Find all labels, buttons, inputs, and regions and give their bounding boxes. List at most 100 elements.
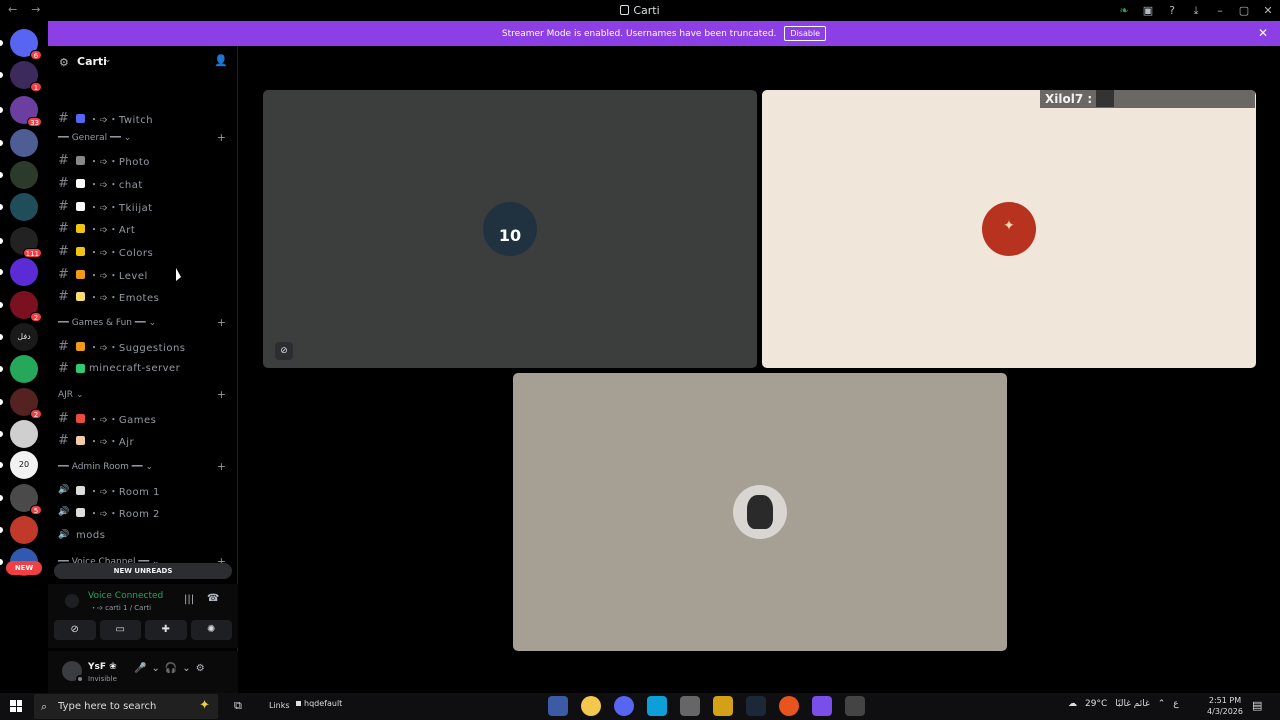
noise-suppression-icon[interactable]: |||	[184, 594, 194, 605]
taskbar-app-icon[interactable]	[845, 696, 865, 716]
unread-pill	[0, 302, 3, 308]
banner-text: Streamer Mode is enabled. Usernames have…	[501, 28, 777, 39]
channel-category[interactable]: ━━ Admin Room ━━ ⌄ +	[58, 460, 233, 476]
participant-tile[interactable]	[513, 373, 1007, 651]
channel-item[interactable]: # ・➩・Art	[58, 218, 228, 238]
chevron-up-icon[interactable]: ⌃	[1158, 699, 1166, 709]
server-icon[interactable]	[0, 129, 38, 157]
server-icon[interactable]	[0, 258, 38, 286]
username[interactable]: YsF ❀	[88, 662, 117, 672]
server-header[interactable]: ⚙ Carti ⌄ 👤	[48, 46, 238, 78]
task-view-icon[interactable]: ⧉	[234, 699, 242, 713]
server-icon[interactable]: دفل	[0, 323, 38, 351]
voice-channel-sub[interactable]: ・➩ carti 1 / Carti	[90, 603, 151, 613]
notification-icon[interactable]: ▤	[1252, 699, 1262, 712]
server-icon[interactable]	[0, 420, 38, 448]
camera-off-button[interactable]: ⊘	[54, 620, 96, 640]
microphone-icon[interactable]: 🎤	[134, 663, 146, 674]
channel-item[interactable]: # ・➩・Twitch	[58, 108, 228, 128]
unread-pill	[0, 238, 3, 244]
channel-item[interactable]: # ・➩・Emotes	[58, 286, 228, 306]
participant-mini-avatar	[1096, 90, 1115, 107]
channel-item[interactable]: # ・➩・Games	[58, 408, 228, 428]
channel-item[interactable]: 🔊 ・➩・Room 2	[58, 502, 228, 522]
taskbar-search[interactable]: ⌕ Type here to search ✦	[34, 694, 218, 719]
channel-item[interactable]: # ・➩・Level	[58, 264, 228, 284]
signal-icon[interactable]	[65, 594, 79, 608]
taskbar-app-icon[interactable]	[680, 696, 700, 716]
screen-share-button[interactable]: ▭	[99, 620, 141, 640]
invite-icon[interactable]: 👤	[214, 54, 228, 67]
channel-item[interactable]: # minecraft-server	[58, 358, 228, 378]
server-avatar: دفل	[10, 323, 38, 351]
chevron-down-icon[interactable]: ⌄	[151, 663, 159, 674]
disable-button[interactable]: Disable	[784, 26, 827, 41]
clock[interactable]: 2:51 PM 4/3/2026	[1205, 695, 1245, 717]
channel-item[interactable]: # ・➩・Photo	[58, 150, 228, 170]
inbox-icon[interactable]: ▣	[1136, 4, 1160, 17]
close-banner-icon[interactable]: ✕	[1258, 26, 1268, 40]
leaf-icon[interactable]: ❧	[1112, 4, 1136, 17]
help-icon[interactable]: ?	[1160, 4, 1184, 17]
server-icon[interactable]: 5	[0, 484, 42, 515]
channel-item[interactable]: # ・➩・Tkiijat	[58, 196, 228, 216]
taskbar-app-icon[interactable]	[713, 696, 733, 716]
weather-desc[interactable]: غائم غالبًا	[1115, 699, 1149, 709]
server-icon[interactable]	[0, 193, 38, 221]
create-channel-icon[interactable]: +	[217, 388, 226, 401]
voice-connected-title[interactable]: Voice Connected	[88, 591, 163, 601]
headphones-icon[interactable]: 🎧	[165, 663, 177, 674]
soundboard-button[interactable]: ✺	[190, 620, 232, 640]
mention-badge: 111	[22, 248, 42, 258]
channel-item[interactable]: # ・➩・Suggestions	[58, 336, 228, 356]
channel-category[interactable]: ━━ Games & Fun ━━ ⌄ +	[58, 316, 233, 332]
maximize-button[interactable]: ▢	[1232, 4, 1256, 17]
taskbar-app-icon[interactable]	[581, 696, 601, 716]
language-indicator[interactable]: ع	[1173, 699, 1178, 709]
server-icon[interactable]: 2	[0, 291, 42, 322]
server-icon[interactable]: 1	[0, 61, 42, 92]
create-channel-icon[interactable]: +	[217, 460, 226, 473]
taskbar-app-icon[interactable]	[647, 696, 667, 716]
server-icon[interactable]: 2	[0, 388, 42, 419]
channel-category[interactable]: ━━ General ━━ ⌄ +	[58, 131, 233, 147]
channel-item[interactable]: # ・➩・chat	[58, 173, 228, 193]
taskbar-app-icon[interactable]	[779, 696, 799, 716]
new-servers-pill[interactable]: NEW	[6, 561, 42, 575]
participant-tile[interactable]: Xilol7 : ✦	[762, 90, 1256, 368]
create-channel-icon[interactable]: +	[217, 131, 226, 144]
settings-gear-icon[interactable]: ⚙	[196, 663, 205, 674]
download-icon[interactable]: ⤓	[1184, 4, 1208, 18]
activities-button[interactable]: ✚	[145, 620, 187, 640]
avatar[interactable]	[62, 661, 84, 683]
server-icon[interactable]	[0, 516, 38, 544]
taskbar-app-icon[interactable]	[812, 696, 832, 716]
server-icon[interactable]: 20	[0, 451, 38, 479]
channel-item[interactable]: # ・➩・Colors	[58, 241, 228, 261]
weather-cloud-icon[interactable]: ☁	[1068, 699, 1077, 709]
taskbar-app-icon[interactable]	[548, 696, 568, 716]
disconnect-icon[interactable]: ☎	[207, 593, 219, 604]
server-icon[interactable]: 6	[0, 29, 42, 60]
channel-item[interactable]: 🔊 mods	[58, 525, 228, 545]
create-channel-icon[interactable]: +	[217, 316, 226, 329]
new-unreads-pill[interactable]: NEW UNREADS	[54, 563, 232, 579]
channel-category[interactable]: AJR ⌄ +	[58, 388, 233, 404]
minimize-button[interactable]: –	[1208, 4, 1232, 17]
participant-tile[interactable]: 10 ⊘	[263, 90, 757, 368]
channel-item[interactable]: # ・➩・Ajr	[58, 430, 228, 450]
chevron-down-icon[interactable]: ⌄	[182, 663, 190, 674]
close-window-button[interactable]: ✕	[1256, 4, 1280, 17]
server-icon[interactable]: 111	[0, 227, 42, 258]
server-icon[interactable]: 33	[0, 96, 42, 127]
server-icon[interactable]	[0, 355, 38, 383]
links-toolbar[interactable]: Links	[269, 701, 290, 710]
windows-start-icon[interactable]	[10, 700, 22, 712]
muted-icon: ⊘	[275, 342, 293, 360]
hqdefault-item[interactable]: hqdefault	[296, 699, 342, 708]
channel-item[interactable]: 🔊 ・➩・Room 1	[58, 480, 228, 500]
weather-temp[interactable]: 29°C	[1085, 699, 1107, 709]
taskbar-app-icon[interactable]	[746, 696, 766, 716]
server-icon[interactable]	[0, 161, 38, 189]
taskbar-app-icon[interactable]	[614, 696, 634, 716]
